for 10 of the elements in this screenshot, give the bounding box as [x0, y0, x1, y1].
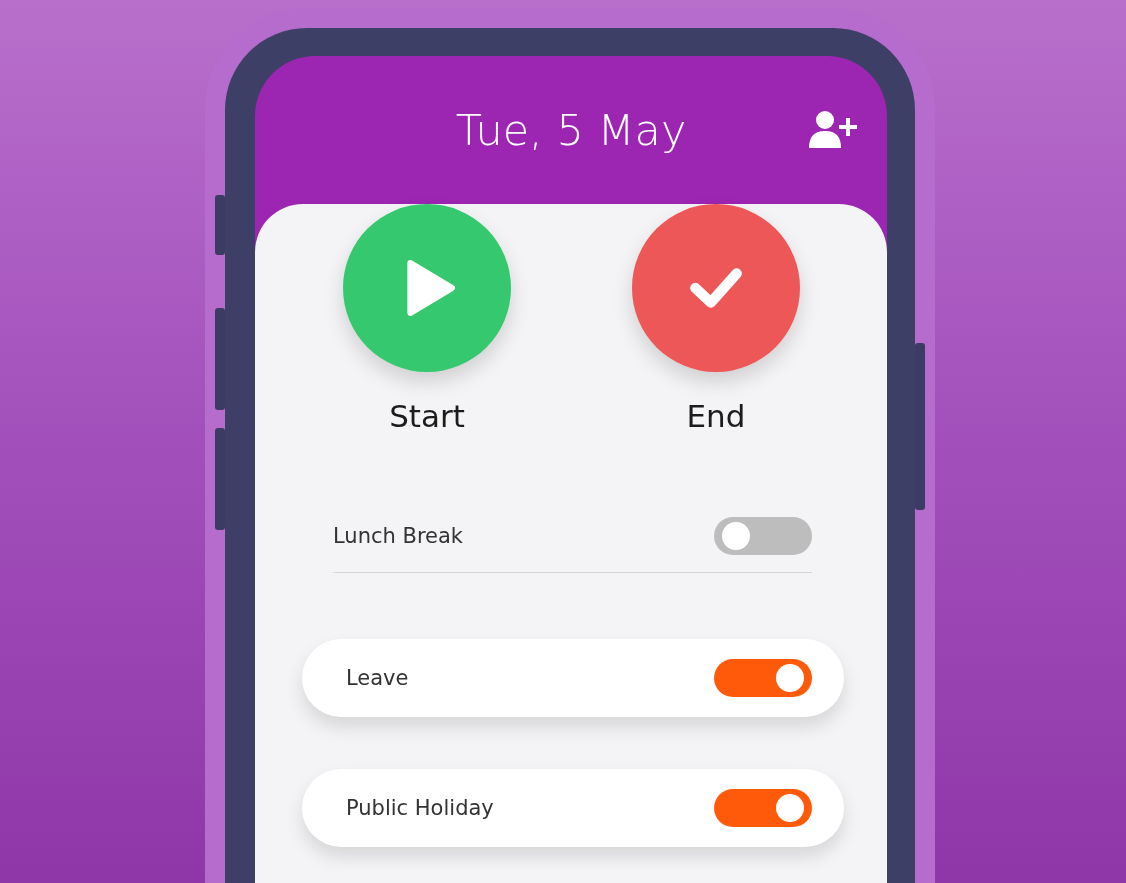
toggle-switch[interactable] [714, 659, 812, 697]
setting-label: Lunch Break [333, 524, 463, 548]
toggle-switch[interactable] [714, 789, 812, 827]
action-label: Start [389, 398, 465, 434]
add-user-icon[interactable] [807, 110, 859, 150]
setting-label: Leave [346, 666, 409, 690]
date-title: Tue, 5 May [455, 104, 687, 156]
action-label: End [686, 398, 746, 434]
toggle-switch[interactable] [714, 517, 812, 555]
setting-label: Public Holiday [346, 796, 494, 820]
